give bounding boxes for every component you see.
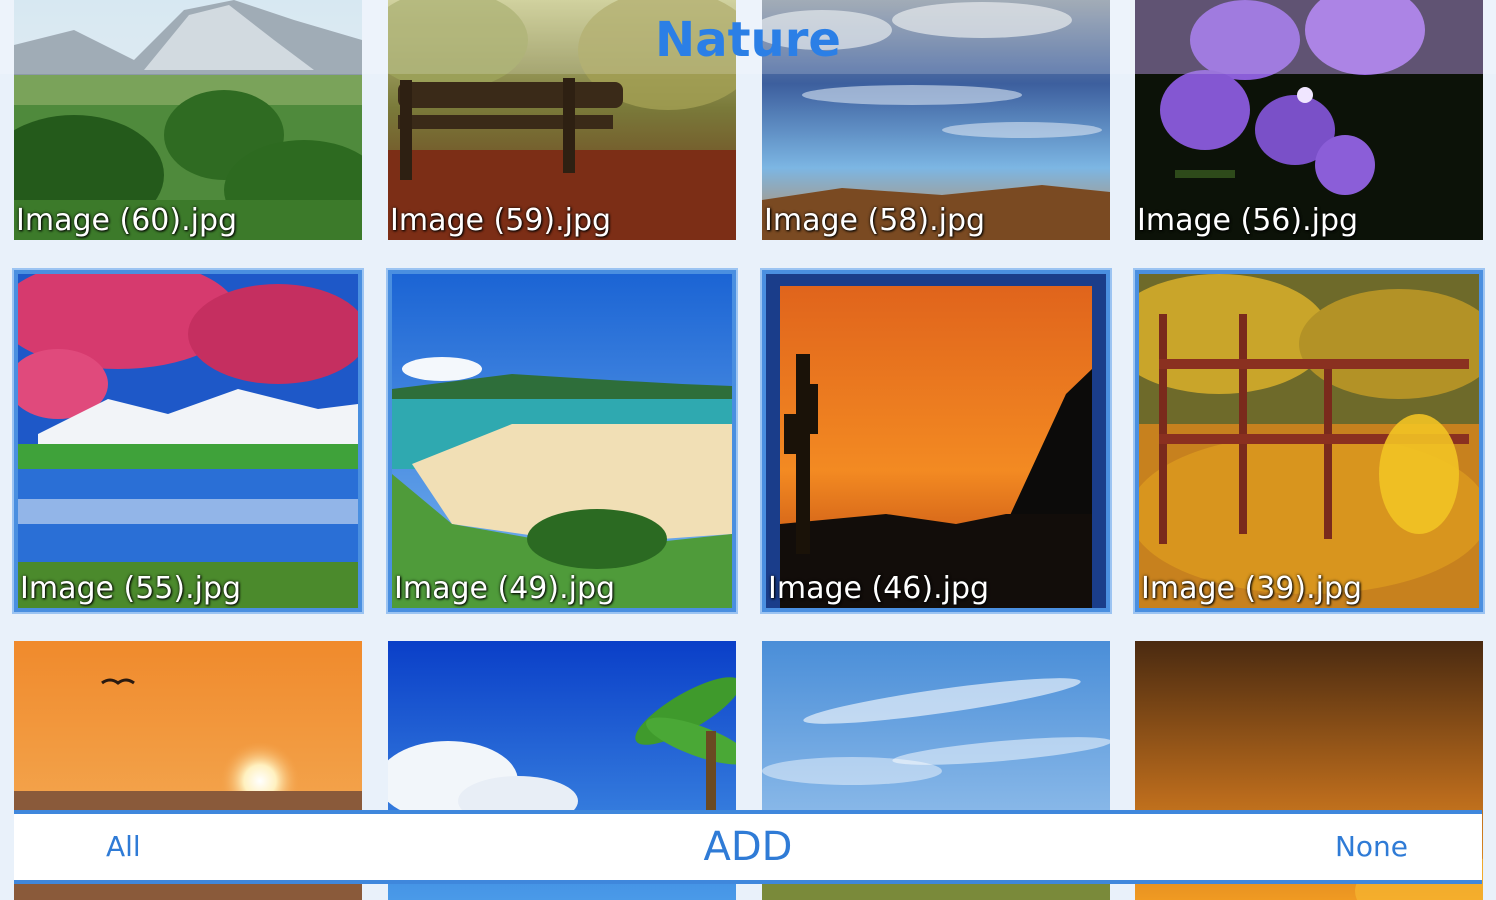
add-button-wrapper: ADD [14, 814, 1482, 880]
image-tile[interactable]: Image (55).jpg [14, 270, 362, 612]
image-tile[interactable]: Image (49).jpg [388, 270, 736, 612]
image-thumbnail [18, 274, 358, 608]
image-filename: Image (60).jpg [16, 203, 238, 238]
image-filename: Image (59).jpg [390, 203, 612, 238]
select-none-button[interactable]: None [1335, 814, 1408, 880]
gallery-screen: Image (60).jpg Image (59).jpg Image (58)… [0, 0, 1496, 900]
image-filename: Image (55).jpg [20, 571, 242, 606]
image-filename: Image (56).jpg [1137, 203, 1359, 238]
add-button[interactable]: ADD [704, 824, 793, 870]
select-all-button[interactable]: All [106, 814, 141, 880]
image-thumbnail [392, 274, 732, 608]
image-thumbnail [1139, 274, 1479, 608]
image-filename: Image (49).jpg [394, 571, 616, 606]
image-tile[interactable]: Image (46).jpg [762, 270, 1110, 612]
image-grid: Image (60).jpg Image (59).jpg Image (58)… [0, 0, 1496, 900]
image-filename: Image (46).jpg [768, 571, 990, 606]
page-title: Nature [655, 12, 841, 68]
image-filename: Image (39).jpg [1141, 571, 1363, 606]
image-thumbnail [766, 274, 1106, 608]
action-bar: All ADD None [14, 810, 1482, 884]
image-filename: Image (58).jpg [764, 203, 986, 238]
image-tile[interactable]: Image (39).jpg [1135, 270, 1483, 612]
